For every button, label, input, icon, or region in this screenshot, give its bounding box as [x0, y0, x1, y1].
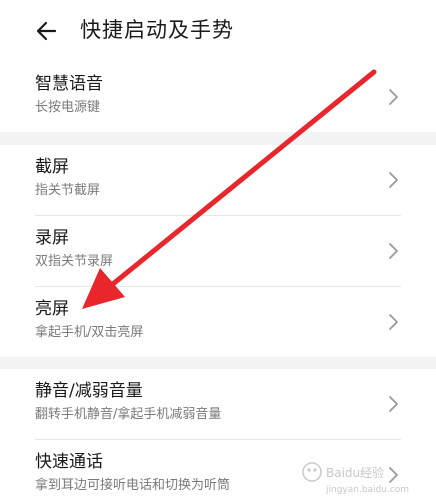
page-title: 快捷启动及手势	[80, 18, 234, 42]
section-screen: 截屏 指关节截屏 录屏 双指关节录屏 亮屏 拿起手机/双击亮屏	[0, 145, 436, 357]
baidu-watermark-icon: Baidu经验 jingyan.baidu.com	[302, 462, 409, 495]
chevron-right-icon	[389, 172, 398, 188]
list-item-screen-record[interactable]: 录屏 双指关节录屏	[0, 216, 436, 286]
list-item-subtitle: 指关节截屏	[35, 183, 101, 198]
list-item-title: 静音/减弱音量	[35, 381, 143, 401]
section-voice: 智慧语音 长按电源键	[0, 62, 436, 132]
chevron-right-icon	[389, 396, 398, 412]
back-button[interactable]	[30, 14, 64, 48]
list-item-title: 智慧语音	[35, 74, 103, 94]
list-item-subtitle: 长按电源键	[35, 100, 101, 115]
list-item-wake-screen[interactable]: 亮屏 拿起手机/双击亮屏	[0, 287, 436, 357]
list-item-title: 录屏	[35, 228, 69, 248]
section-gap	[0, 132, 436, 145]
arrow-left-icon	[36, 21, 57, 41]
list-item-mute[interactable]: 静音/减弱音量 翻转手机静音/拿起手机减弱音量	[0, 369, 436, 439]
list-item-title: 快速通话	[35, 452, 103, 472]
list-item-smart-voice[interactable]: 智慧语音 长按电源键	[0, 62, 436, 132]
chevron-right-icon	[389, 243, 398, 259]
list-item-subtitle: 拿起手机/双击亮屏	[35, 325, 144, 340]
list-item-title: 截屏	[35, 157, 69, 177]
list-item-subtitle: 双指关节录屏	[35, 254, 114, 269]
settings-page: 快捷启动及手势 智慧语音 长按电源键 截屏 指关节截屏 录屏 双指关节录屏 亮屏…	[0, 0, 436, 500]
app-bar: 快捷启动及手势	[0, 0, 436, 62]
section-gap	[0, 357, 436, 369]
chevron-right-icon	[389, 89, 398, 105]
watermark-text: Baidu经验	[326, 465, 384, 480]
watermark-subtext: jingyan.baidu.com	[325, 485, 409, 495]
chevron-right-icon	[389, 314, 398, 330]
list-item-subtitle: 拿到耳边可接听电话和切换为听筒	[35, 478, 231, 493]
list-item-subtitle: 翻转手机静音/拿起手机减弱音量	[35, 407, 222, 422]
list-item-screenshot[interactable]: 截屏 指关节截屏	[0, 145, 436, 215]
list-item-title: 亮屏	[35, 299, 69, 319]
